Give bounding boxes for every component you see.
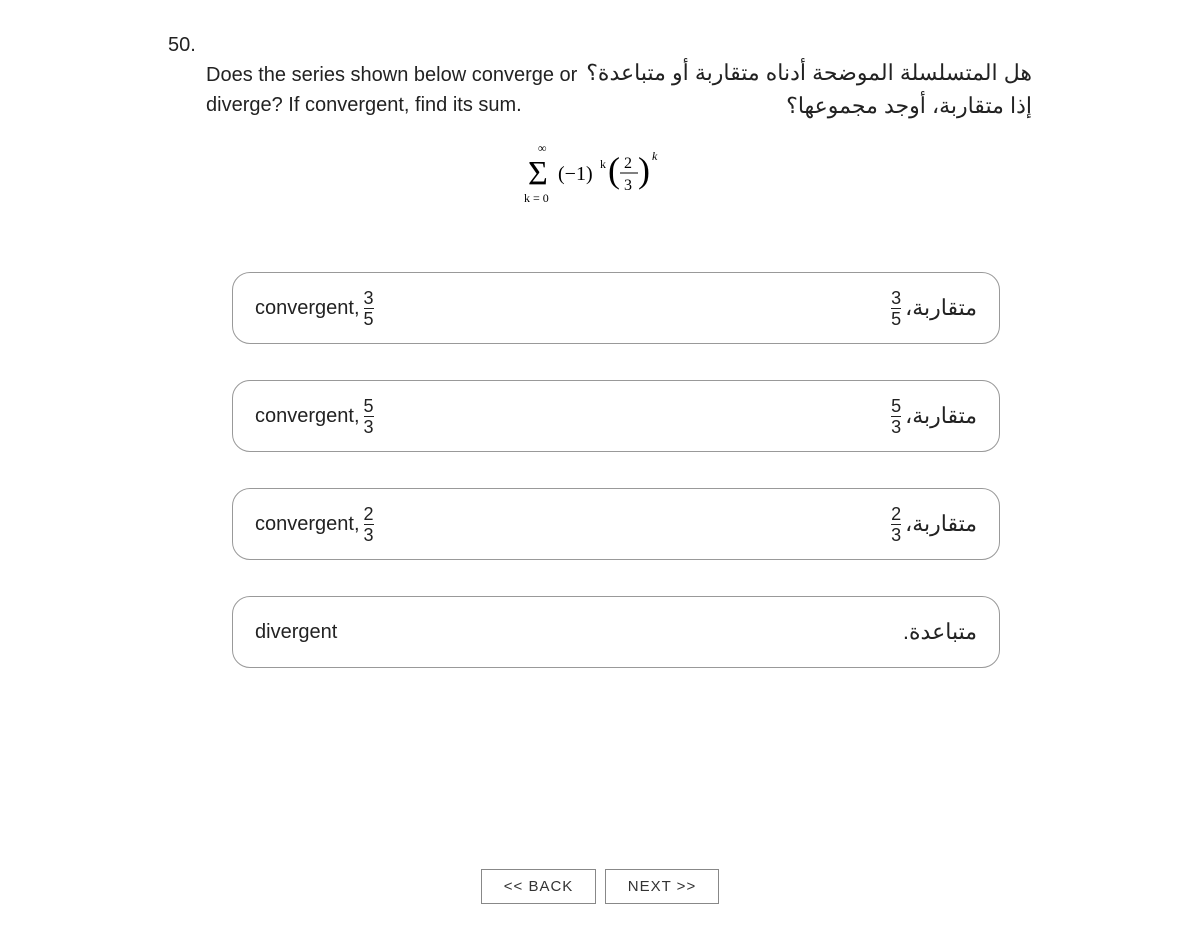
question-text-arabic: هل المتسلسلة الموضحة أدناه متقاربة أو مت…: [572, 56, 1032, 122]
option-3-ar-label: متقاربة،: [905, 511, 977, 537]
option-4-en-label: divergent: [255, 621, 337, 644]
term-base: (−1): [558, 163, 593, 185]
series-formula: ∞ Σ k = 0 (−1) k ( 2 3 ) k: [0, 140, 1200, 215]
option-3-english: convergent, 2 3: [255, 505, 378, 544]
sum-lower-bound: k = 0: [524, 191, 549, 205]
paren-right: ): [638, 150, 650, 190]
option-4-ar-label: متباعدة.: [903, 619, 977, 645]
option-1-arabic: متقاربة، 3 5: [887, 289, 977, 328]
option-3-en-label: convergent,: [255, 513, 360, 536]
option-1-en-label: convergent,: [255, 297, 360, 320]
option-1-english: convergent, 3 5: [255, 289, 378, 328]
option-3-ar-fraction: 2 3: [891, 505, 901, 544]
option-2-en-fraction: 5 3: [364, 397, 374, 436]
option-3-arabic: متقاربة، 2 3: [887, 505, 977, 544]
option-3[interactable]: convergent, 2 3 متقاربة، 2 3: [232, 488, 1000, 560]
option-2-en-label: convergent,: [255, 405, 360, 428]
option-1[interactable]: convergent, 3 5 متقاربة، 3 5: [232, 272, 1000, 344]
term-exponent-k: k: [600, 157, 606, 171]
option-4-arabic: متباعدة.: [903, 619, 977, 645]
frac-denominator: 3: [624, 177, 632, 194]
question-text-english: Does the series shown below converge or …: [206, 60, 606, 120]
navigation-buttons: << BACK NEXT >>: [0, 869, 1200, 904]
option-2[interactable]: convergent, 5 3 متقاربة، 5 3: [232, 380, 1000, 452]
question-number: 50.: [168, 34, 196, 57]
paren-left: (: [608, 150, 620, 190]
sum-upper-bound: ∞: [538, 141, 547, 155]
option-1-ar-fraction: 3 5: [891, 289, 901, 328]
answer-options: convergent, 3 5 متقاربة، 3 5 convergent,…: [232, 272, 1000, 704]
option-1-en-fraction: 3 5: [364, 289, 374, 328]
sigma-symbol: Σ: [528, 155, 548, 192]
option-2-arabic: متقاربة، 5 3: [887, 397, 977, 436]
option-4[interactable]: divergent متباعدة.: [232, 596, 1000, 668]
frac-numerator: 2: [624, 155, 632, 172]
option-2-english: convergent, 5 3: [255, 397, 378, 436]
outer-exponent-k: k: [652, 149, 658, 163]
option-2-ar-label: متقاربة،: [905, 403, 977, 429]
back-button[interactable]: << BACK: [481, 869, 597, 904]
option-4-english: divergent: [255, 621, 337, 644]
option-3-en-fraction: 2 3: [364, 505, 374, 544]
option-1-ar-label: متقاربة،: [905, 295, 977, 321]
option-2-ar-fraction: 5 3: [891, 397, 901, 436]
next-button[interactable]: NEXT >>: [605, 869, 719, 904]
